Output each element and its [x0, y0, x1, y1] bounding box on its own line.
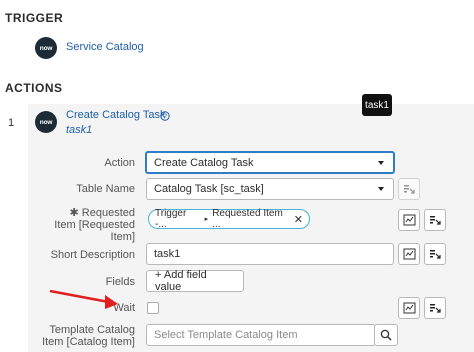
now-logo: now — [35, 37, 57, 59]
script-icon[interactable] — [398, 297, 420, 319]
label-line: Template Catalog — [49, 324, 135, 336]
script-icon[interactable] — [398, 209, 420, 231]
short-description-value: task1 — [154, 248, 181, 260]
actions-heading: ACTIONS — [5, 81, 63, 95]
data-pill[interactable]: Trigger -... ▸ Requested Item ... ✕ — [148, 208, 310, 230]
template-catalog-input[interactable]: Select Template Catalog Item — [146, 324, 376, 346]
search-icon[interactable] — [374, 324, 398, 346]
svg-text:?: ? — [163, 114, 167, 121]
label-line: Item [Catalog Item] — [42, 336, 135, 348]
action-select[interactable]: Create Catalog Task — [145, 151, 395, 174]
action-label: Action — [104, 157, 135, 169]
trigger-heading: TRIGGER — [5, 11, 64, 25]
table-name-value: Catalog Task [sc_task] — [154, 183, 264, 195]
fields-label: Fields — [105, 276, 135, 288]
template-catalog-label: Template Catalog Item [Catalog Item] — [30, 324, 135, 348]
table-name-select[interactable]: Catalog Task [sc_task] — [146, 178, 394, 200]
action-select-value: Create Catalog Task — [154, 156, 254, 169]
help-icon[interactable]: ? — [160, 108, 170, 126]
action-subtitle: task1 — [66, 124, 93, 136]
red-arrow-annotation — [49, 289, 118, 309]
label-line: ✱ Requested — [69, 207, 135, 219]
data-pill-picker-icon[interactable] — [424, 297, 446, 319]
script-icon[interactable] — [398, 243, 420, 265]
table-name-label: Table Name — [76, 183, 135, 195]
chevron-down-icon — [378, 160, 384, 165]
tooltip: task1 — [362, 94, 392, 116]
pill-right-text: Requested Item ... — [212, 208, 283, 230]
label-line: Item] — [110, 231, 135, 243]
now-logo: now — [35, 111, 57, 133]
close-icon[interactable]: ✕ — [294, 213, 303, 226]
action-title-link[interactable]: Create Catalog Task — [66, 109, 165, 121]
data-pill-picker-icon[interactable] — [424, 243, 446, 265]
template-placeholder: Select Template Catalog Item — [154, 329, 298, 341]
short-description-label: Short Description — [50, 249, 135, 261]
label-line: Item [Requested — [54, 219, 135, 231]
trigger-name-link[interactable]: Service Catalog — [66, 41, 144, 53]
requested-item-label: ✱ Requested Item [Requested Item] — [40, 207, 135, 243]
pill-left-text: Trigger -... — [155, 208, 187, 230]
add-field-value-button[interactable]: + Add field value — [146, 269, 244, 293]
data-pill-picker-icon[interactable] — [398, 178, 420, 200]
chevron-down-icon — [378, 187, 384, 191]
short-description-input[interactable]: task1 — [146, 243, 394, 265]
pill-separator-icon: ▸ — [204, 216, 209, 223]
data-pill-picker-icon[interactable] — [424, 209, 446, 231]
wait-checkbox[interactable] — [147, 302, 159, 314]
action-index: 1 — [8, 117, 15, 129]
